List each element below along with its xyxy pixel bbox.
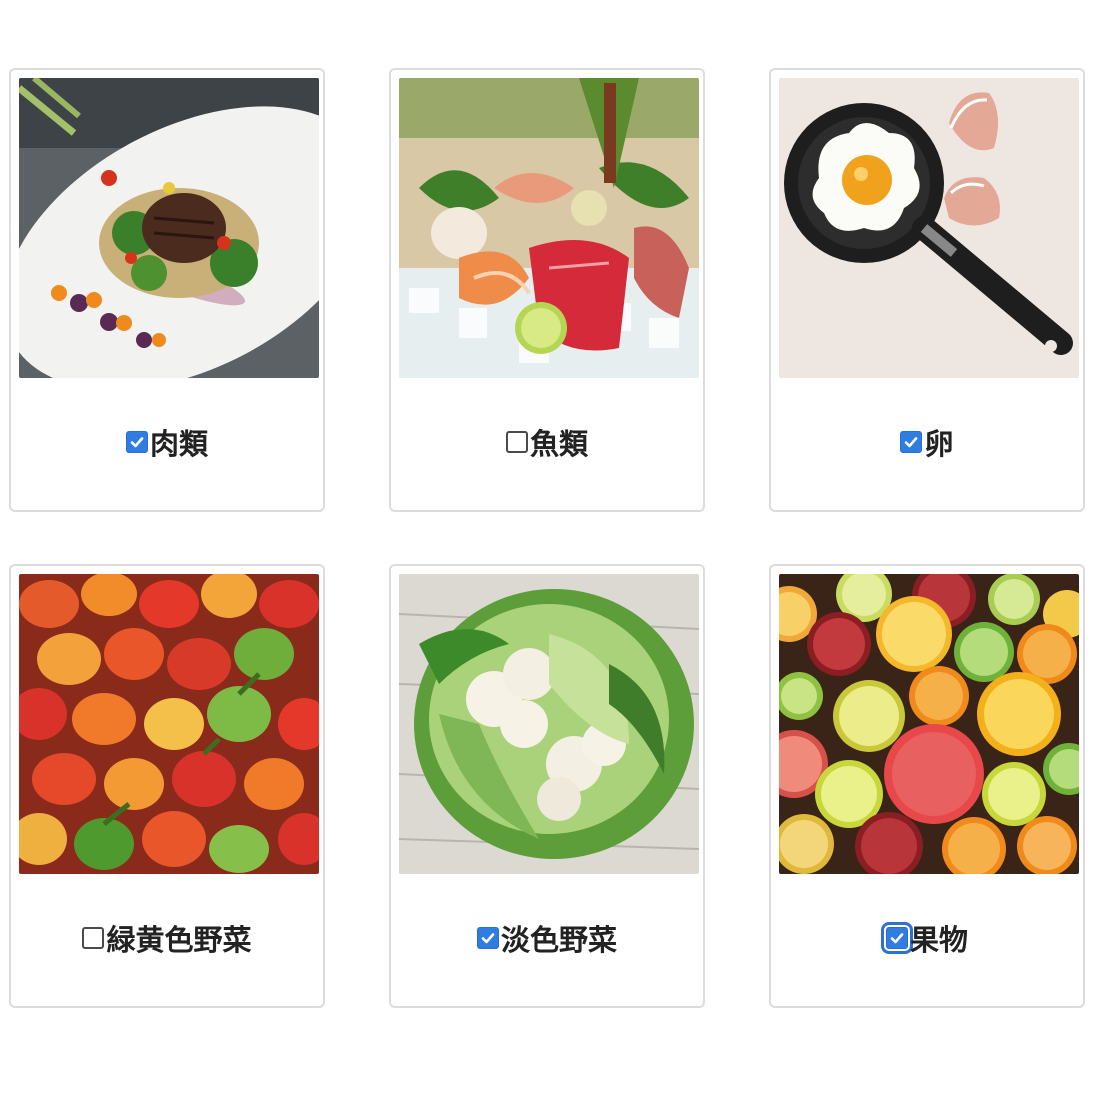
food-card-meat: 肉類 <box>9 68 325 512</box>
food-card-light-vegetables: 淡色野菜 <box>389 564 705 1008</box>
egg-checkbox[interactable] <box>900 431 923 453</box>
option-green-yellow-vegetables[interactable]: 緑黄色野菜 <box>11 918 323 958</box>
peppers-photo <box>19 574 319 874</box>
checkmark-icon <box>890 933 904 944</box>
checkmark-icon <box>130 437 144 448</box>
meat-label: 肉類 <box>149 427 208 461</box>
citrus-photo <box>779 574 1079 874</box>
option-fruit[interactable]: 果物 <box>771 918 1083 958</box>
option-light-vegetables[interactable]: 淡色野菜 <box>391 918 703 958</box>
green-yellow-vegetables-label: 緑黄色野菜 <box>106 923 252 957</box>
green-yellow-vegetables-checkbox[interactable] <box>82 927 105 949</box>
egg-label: 卵 <box>924 427 954 461</box>
egg-photo <box>779 78 1079 378</box>
food-card-green-yellow-vegetables: 緑黄色野菜 <box>9 564 325 1008</box>
light-vegetables-label: 淡色野菜 <box>500 923 617 957</box>
fish-label: 魚類 <box>529 427 588 461</box>
meat-checkbox[interactable] <box>125 431 148 453</box>
option-egg[interactable]: 卵 <box>771 422 1083 462</box>
food-card-fruit: 果物 <box>769 564 1085 1008</box>
food-card-egg: 卵 <box>769 68 1085 512</box>
meat-photo <box>19 78 319 378</box>
food-card-fish: 魚類 <box>389 68 705 512</box>
fish-checkbox[interactable] <box>505 431 528 453</box>
fruit-label: 果物 <box>909 923 968 957</box>
option-fish[interactable]: 魚類 <box>391 422 703 462</box>
light-vegetables-checkbox[interactable] <box>476 927 499 949</box>
fish-photo <box>399 78 699 378</box>
checkmark-icon <box>481 933 495 944</box>
cauliflower-photo <box>399 574 699 874</box>
checkmark-icon <box>905 437 918 448</box>
fruit-checkbox[interactable] <box>880 922 913 954</box>
option-meat[interactable]: 肉類 <box>11 422 323 462</box>
